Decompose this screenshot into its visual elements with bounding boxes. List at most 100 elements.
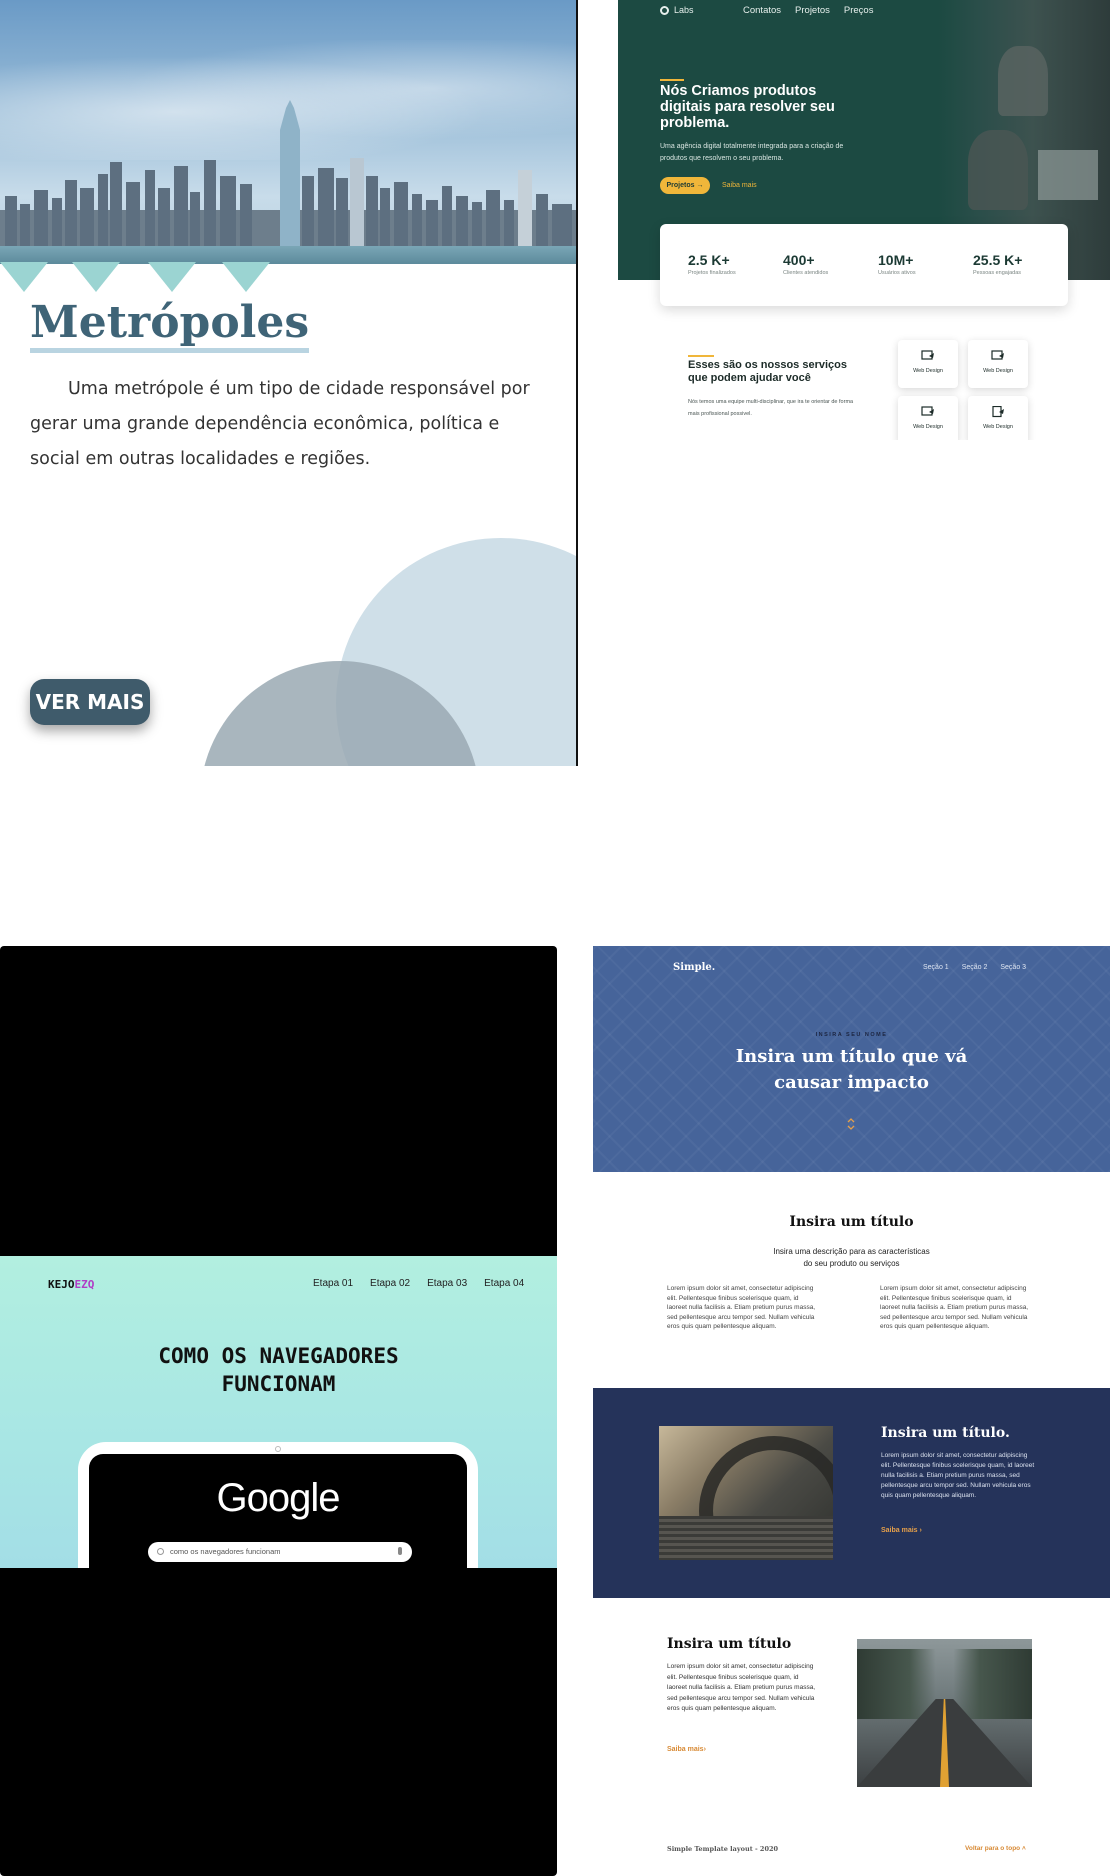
labs-logo[interactable]: Labs xyxy=(660,5,694,15)
top-nav: Contatos Projetos Preços xyxy=(743,5,873,16)
search-icon xyxy=(157,1548,164,1555)
top-nav: Etapa 01 Etapa 02 Etapa 03 Etapa 04 xyxy=(313,1278,524,1289)
nav-item-etapa-04[interactable]: Etapa 04 xyxy=(484,1278,524,1289)
title-line: FUNCIONAM xyxy=(221,1372,336,1396)
hero-kicker: INSIRA SEU NOME xyxy=(815,1032,888,1038)
top-nav: Seção 1 Seção 2 Seção 3 xyxy=(923,964,1026,971)
service-card[interactable]: Web Design xyxy=(968,396,1028,440)
google-logo: Google xyxy=(216,1476,341,1520)
stat-item: 25.5 K+ Pessoas engajadas xyxy=(973,252,1068,306)
brand-logo[interactable]: Simple. xyxy=(673,962,715,973)
description-line: Insira uma descrição para as característ… xyxy=(773,1247,930,1256)
brand-highlight: EZQ xyxy=(74,1278,95,1291)
dark-section: Insira um título. Lorem ipsum dolor sit … xyxy=(593,1388,1110,1598)
feature-column: Lorem ipsum dolor sit amet, consectetur … xyxy=(880,1285,1029,1330)
scroll-down-icon[interactable] xyxy=(846,1117,856,1131)
saiba-mais-link[interactable]: Saiba mais xyxy=(722,182,757,189)
nav-item-contatos[interactable]: Contatos xyxy=(743,5,781,16)
city-skyline-image xyxy=(0,100,576,262)
road-image xyxy=(857,1639,1032,1787)
service-card[interactable]: Web Design xyxy=(898,340,958,388)
description: Uma metrópole é um tipo de cidade respon… xyxy=(30,379,530,469)
nav-item-projetos[interactable]: Projetos xyxy=(795,5,830,16)
hero-band: KEJOEZQ Etapa 01 Etapa 02 Etapa 03 Etapa… xyxy=(0,1256,557,1568)
link-label: Saiba mais xyxy=(881,1527,918,1534)
microphone-icon[interactable] xyxy=(398,1547,402,1555)
service-card[interactable]: Web Design xyxy=(898,396,958,440)
stat-item: 400+ Clientes atendidos xyxy=(783,252,878,306)
description-line: do seu produto ou serviços xyxy=(803,1259,900,1268)
nav-item-secao-2[interactable]: Seção 2 xyxy=(962,964,988,971)
back-to-top-link[interactable]: Voltar para o topo ˄ xyxy=(965,1845,1026,1852)
accent-line xyxy=(688,355,714,357)
logo-text: Labs xyxy=(674,5,694,15)
kejoezq-page: KEJOEZQ Etapa 01 Etapa 02 Etapa 03 Etapa… xyxy=(0,946,557,1876)
chevron-right-icon: › xyxy=(919,1527,922,1534)
title-line: Insira um título que vá xyxy=(735,1046,968,1067)
nav-item-etapa-01[interactable]: Etapa 01 xyxy=(313,1278,353,1289)
photo-person xyxy=(998,46,1048,116)
title-line: causar impacto xyxy=(774,1072,929,1093)
page-title: Metrópoles xyxy=(30,298,310,353)
link-label: Saiba mais xyxy=(667,1746,704,1753)
photo-person xyxy=(968,130,1028,210)
metropoles-page: Metrópoles Uma metrópole é um tipo de ci… xyxy=(0,0,578,766)
page-title: COMO OS NAVEGADORES FUNCIONAM xyxy=(0,1342,557,1398)
stats-card: 2.5 K+ Projetos finalizados 400+ Cliente… xyxy=(660,224,1068,306)
tablet-screen: Google como os navegadores funcionam xyxy=(89,1454,467,1568)
logo-icon xyxy=(660,5,669,15)
title-line: COMO OS NAVEGADORES xyxy=(158,1344,399,1368)
web-design-icon xyxy=(921,406,934,416)
projetos-button[interactable]: Projetos → xyxy=(660,177,710,194)
service-card-label: Web Design xyxy=(913,368,943,374)
feature-column: Lorem ipsum dolor sit amet, consectetur … xyxy=(667,1285,816,1330)
stat-value: 25.5 K+ xyxy=(973,252,1023,268)
hero-headline: Nós Criamos produtos digitais para resol… xyxy=(660,83,835,131)
stat-item: 2.5 K+ Projetos finalizados xyxy=(688,252,783,306)
web-design-icon xyxy=(991,350,1004,360)
collage: Metrópoles Uma metrópole é um tipo de ci… xyxy=(0,0,1110,1876)
web-design-icon xyxy=(992,406,1004,418)
service-card-label: Web Design xyxy=(983,368,1013,374)
nav-item-precos[interactable]: Preços xyxy=(844,5,874,16)
tablet-illustration: Google como os navegadores funcionam xyxy=(78,1442,478,1568)
web-design-icon xyxy=(921,350,934,360)
services-description: Nós temos uma equipe multi-disciplinar, … xyxy=(688,399,854,417)
nav-item-etapa-02[interactable]: Etapa 02 xyxy=(370,1278,410,1289)
saiba-mais-link[interactable]: Saiba mais › xyxy=(881,1527,922,1534)
search-input[interactable]: como os navegadores funcionam xyxy=(148,1542,412,1562)
nav-item-secao-3[interactable]: Seção 3 xyxy=(1000,964,1026,971)
stat-value: 10M+ xyxy=(878,252,914,268)
labs-page: Labs Contatos Projetos Preços Nós Criamo… xyxy=(618,0,1110,440)
camera-icon xyxy=(275,1446,281,1452)
service-card-label: Web Design xyxy=(983,424,1013,430)
stat-value: 400+ xyxy=(783,252,815,268)
image-detail xyxy=(659,1516,833,1560)
footer-copyright: Simple Template layout - 2020 xyxy=(667,1845,779,1853)
section-title: Insira um título xyxy=(789,1214,914,1230)
section-title: Insira um título. xyxy=(881,1425,1010,1441)
brand-text: KEJO xyxy=(48,1278,75,1291)
nav-item-etapa-03[interactable]: Etapa 03 xyxy=(427,1278,467,1289)
section-text: Lorem ipsum dolor sit amet, consectetur … xyxy=(881,1452,1035,1499)
stat-label: Pessoas engajadas xyxy=(973,270,1022,276)
section-text: Lorem ipsum dolor sit amet, consectetur … xyxy=(667,1663,816,1712)
accent-line xyxy=(660,79,684,81)
nav-item-secao-1[interactable]: Seção 1 xyxy=(923,964,949,971)
simple-template-page: Simple. Seção 1 Seção 2 Seção 3 INSIRA S… xyxy=(593,946,1110,1876)
search-value: como os navegadores funcionam xyxy=(170,1547,281,1556)
stat-value: 2.5 K+ xyxy=(688,252,730,268)
stat-item: 10M+ Usuários ativos xyxy=(878,252,973,306)
section-title: Insira um título xyxy=(667,1636,792,1652)
hero-section: Simple. Seção 1 Seção 2 Seção 3 INSIRA S… xyxy=(593,946,1110,1172)
service-card[interactable]: Web Design xyxy=(968,340,1028,388)
services-title: Esses são os nossos serviços que podem a… xyxy=(688,359,847,384)
chevron-right-icon: › xyxy=(703,1746,706,1753)
brand-logo[interactable]: KEJOEZQ xyxy=(48,1278,94,1291)
architecture-image xyxy=(659,1426,833,1560)
chevron-up-icon: ˄ xyxy=(1021,1845,1026,1852)
saiba-mais-link[interactable]: Saiba mais› xyxy=(667,1746,706,1753)
hero-subtext: Uma agência digital totalmente integrada… xyxy=(660,143,844,162)
ver-mais-button[interactable]: VER MAIS xyxy=(30,679,150,725)
link-label: Voltar para o topo xyxy=(965,1845,1021,1852)
